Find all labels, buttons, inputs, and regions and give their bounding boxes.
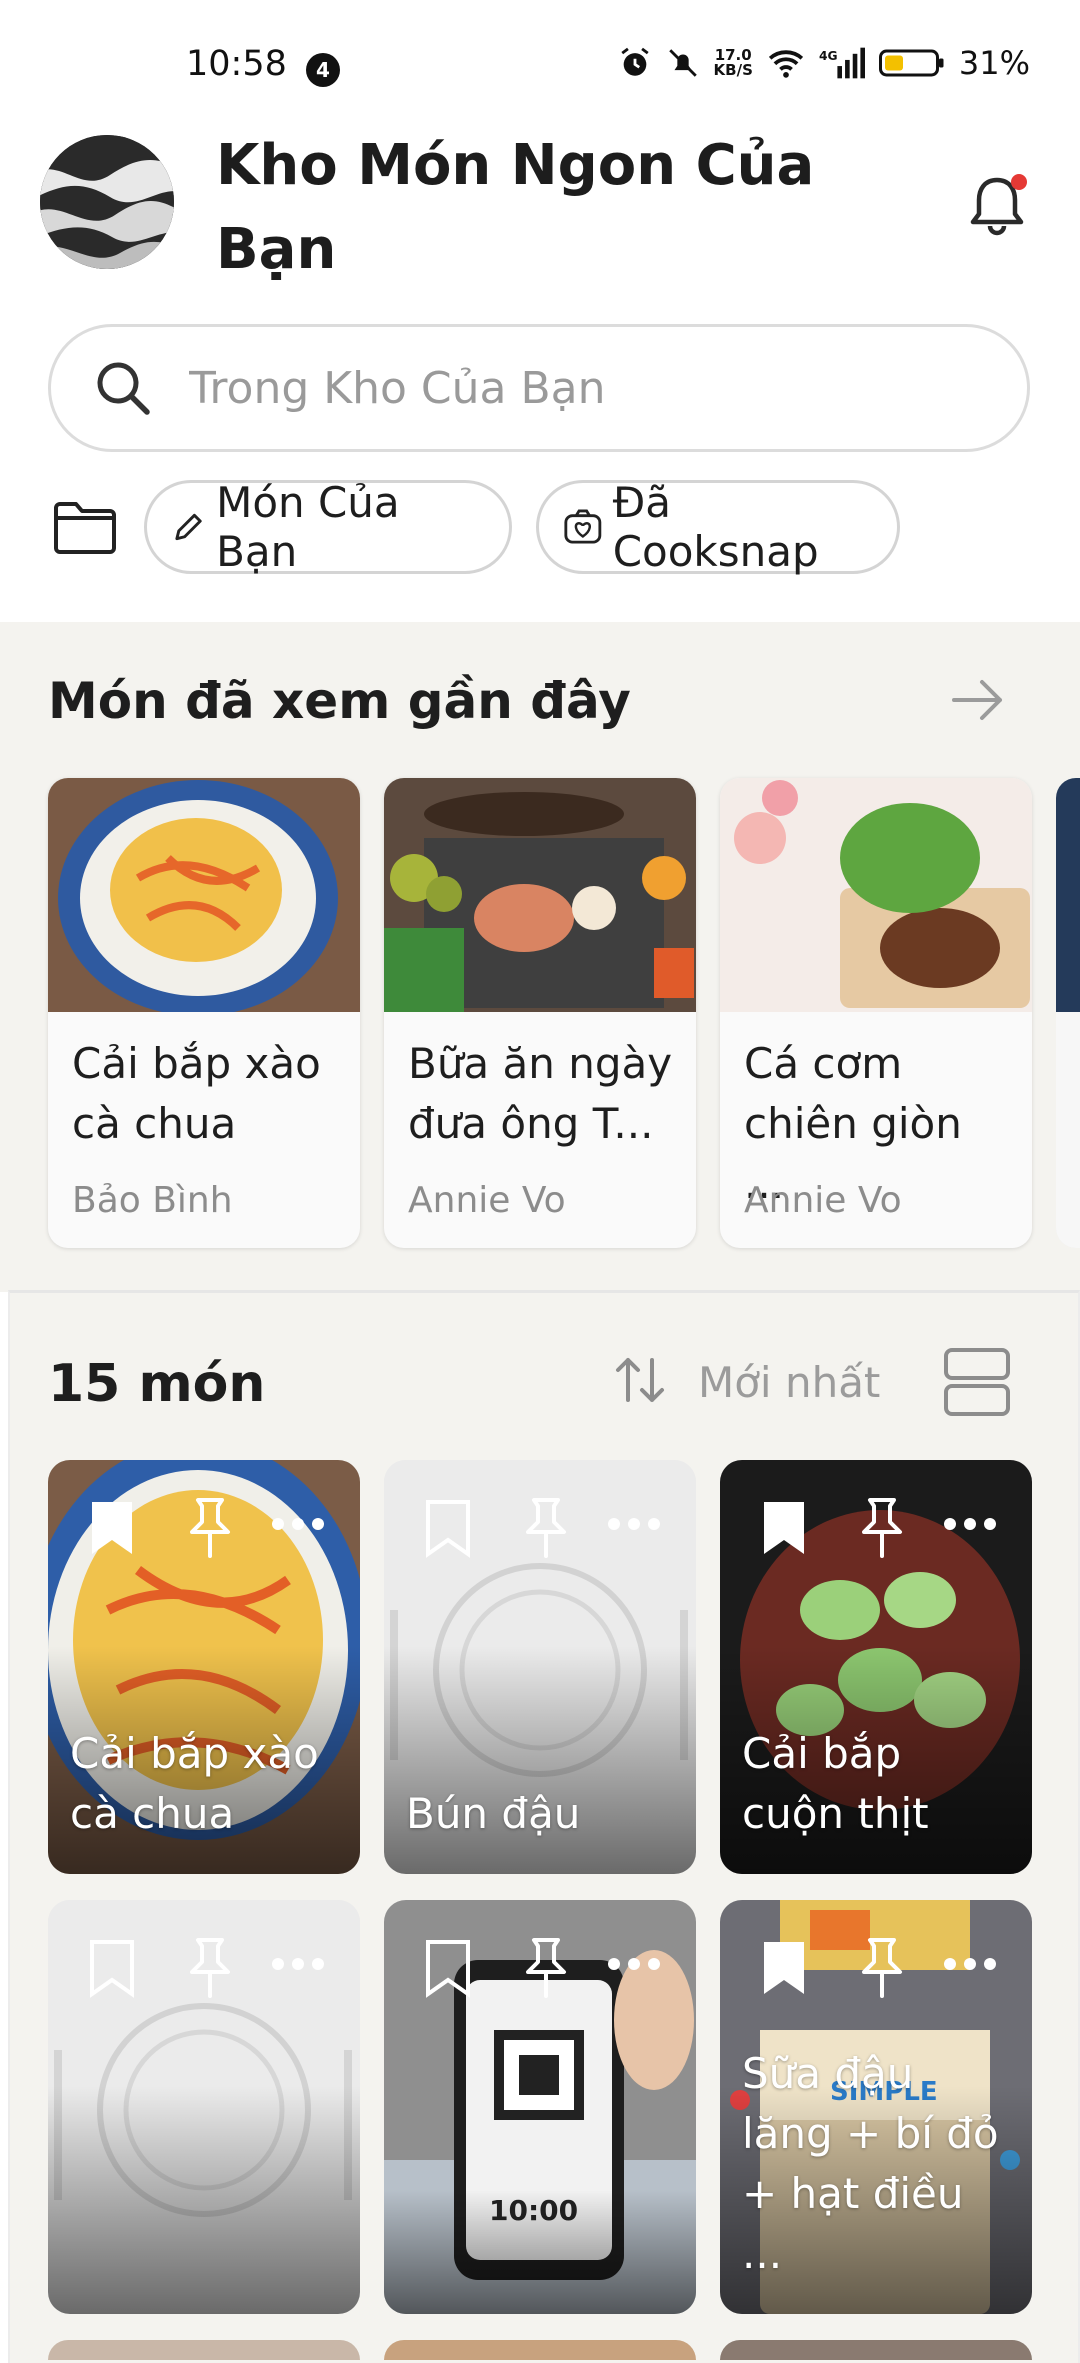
folder-button[interactable] <box>52 500 118 556</box>
pin-icon[interactable] <box>520 1496 572 1560</box>
recipe-card[interactable] <box>48 1900 360 2314</box>
recipe-author: Annie Vo <box>408 1180 566 1221</box>
recent-section-title: Món đã xem gần đây <box>48 672 631 730</box>
cooksnap-icon <box>564 509 602 544</box>
svg-text:4G: 4G <box>819 49 838 63</box>
status-icons: 17.0 KB/S 4G 31% <box>618 44 1030 82</box>
recent-card[interactable]: Cá cơm chiên giòn ... Annie Vo <box>720 778 1032 1248</box>
more-icon[interactable] <box>942 1956 998 1972</box>
page-title: Kho Món Ngon Của Bạn <box>216 133 815 282</box>
layout-toggle-icon <box>944 1348 1010 1416</box>
recipe-card[interactable]: Cải bắp cuộn thịt <box>720 1460 1032 1874</box>
search-input[interactable] <box>187 361 951 415</box>
bookmark-icon[interactable] <box>88 1498 136 1558</box>
sort-label[interactable]: Mới nhất <box>698 1358 880 1407</box>
bookmark-icon[interactable] <box>760 1938 808 1998</box>
more-icon[interactable] <box>606 1516 662 1532</box>
pencil-icon <box>175 513 202 541</box>
bell-icon <box>970 174 1027 236</box>
recipe-card-title: Sữa đậu lăng + bí đỏ + hạt điều ... <box>742 2049 999 2278</box>
pin-icon[interactable] <box>184 1936 236 2000</box>
recipe-card[interactable]: Cải bắp xào cà chua <box>48 1460 360 1874</box>
wifi-icon <box>768 50 803 78</box>
folder-icon <box>54 502 116 554</box>
more-icon[interactable] <box>606 1956 662 1972</box>
chip-my-recipes[interactable]: Món Của Bạn <box>144 478 512 576</box>
pin-icon[interactable] <box>520 1936 572 2000</box>
recipe-image <box>384 778 696 1012</box>
more-icon[interactable] <box>942 1516 998 1532</box>
recipe-title: Cải bắp xào cà chua <box>72 1039 321 1148</box>
avatar[interactable] <box>40 135 174 269</box>
network-speed: 17.0 KB/S <box>713 46 753 79</box>
recipe-image <box>720 778 1032 1012</box>
recipe-card-title: Cải bắp cuộn thịt <box>742 1729 929 1838</box>
battery-icon <box>878 49 944 77</box>
recipe-card[interactable]: SIMPLE Sữa đậu lăng + bí đỏ + hạt điều .… <box>720 1900 1032 2314</box>
recipe-card-title: Bún đậu <box>406 1789 581 1838</box>
chip-label: Món Của Bạn <box>216 478 400 576</box>
chip-label: Đã Cooksnap <box>612 478 819 576</box>
search-bar[interactable] <box>48 324 1030 452</box>
sort-button[interactable] <box>612 1352 668 1408</box>
recipe-card[interactable]: Bún đậu <box>384 1460 696 1874</box>
recent-card[interactable]: Cải bắp xào cà chua Bảo Bình <box>48 778 360 1248</box>
bookmark-icon[interactable] <box>760 1498 808 1558</box>
arrow-right-icon <box>952 680 1002 720</box>
more-icon[interactable] <box>270 1516 326 1532</box>
notification-count-badge: 4 <box>306 53 340 87</box>
notifications-button[interactable] <box>962 170 1032 240</box>
recipe-author: Bảo Bình <box>72 1180 233 1221</box>
alarm-icon <box>620 47 649 76</box>
recipe-image <box>48 778 360 1012</box>
bookmark-icon[interactable] <box>424 1938 472 1998</box>
recipe-card-peek[interactable] <box>48 2340 360 2360</box>
recipe-author: Annie Vo <box>744 1180 902 1221</box>
recipe-card-peek[interactable] <box>720 2340 1032 2360</box>
recipe-count: 15 món <box>48 1354 266 1414</box>
more-icon[interactable] <box>270 1956 326 1972</box>
status-time: 10:58 <box>186 44 287 84</box>
search-icon <box>97 362 150 415</box>
battery-percent: 31% <box>958 44 1030 82</box>
bookmark-icon[interactable] <box>424 1498 472 1558</box>
mute-icon <box>668 49 697 77</box>
pin-icon[interactable] <box>856 1496 908 1560</box>
recipe-card-title: Cải bắp xào cà chua <box>70 1729 319 1838</box>
recent-card[interactable]: Bữa ăn ngày đưa ông T... Annie Vo <box>384 778 696 1248</box>
pin-icon[interactable] <box>856 1936 908 2000</box>
signal-icon: 4G <box>819 47 865 79</box>
recipe-card-peek[interactable] <box>384 2340 696 2360</box>
layout-toggle-button[interactable] <box>942 1346 1012 1418</box>
recipe-card[interactable]: 10:00 <box>384 1900 696 2314</box>
chip-cooksnapped[interactable]: Đã Cooksnap <box>536 478 900 576</box>
recent-card-peek[interactable] <box>1056 778 1080 1248</box>
see-all-recent-button[interactable] <box>950 676 1006 724</box>
bookmark-icon[interactable] <box>88 1938 136 1998</box>
pin-icon[interactable] <box>184 1496 236 1560</box>
sort-icon <box>616 1358 664 1402</box>
recipe-title: Bữa ăn ngày đưa ông T... <box>408 1039 673 1148</box>
